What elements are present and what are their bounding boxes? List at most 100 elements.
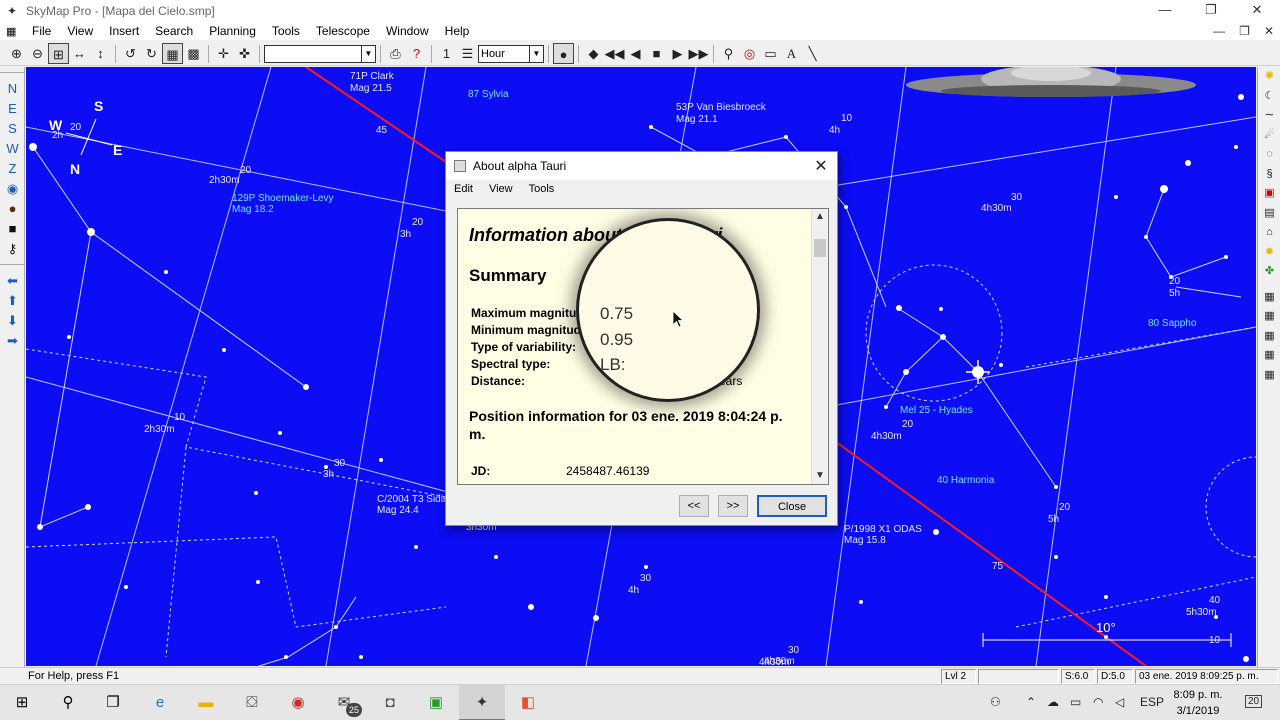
search-icon[interactable]: ⚲ (56, 691, 80, 715)
zoom-window-icon[interactable]: ⊞ (48, 43, 69, 64)
globe-icon[interactable]: ◉ (0, 179, 25, 199)
sky-object-label[interactable]: 53P Van Biesbroeck (676, 102, 766, 113)
rotate-left-icon[interactable]: ↺ (120, 43, 141, 64)
windows-start-icon[interactable]: ⊞ (10, 691, 34, 715)
document-icon[interactable]: ▦ (6, 25, 24, 38)
dialog-menu-edit[interactable]: Edit (446, 183, 481, 195)
camtasia-icon[interactable]: ▣ (424, 691, 448, 715)
store-icon[interactable]: ⛋ (240, 691, 264, 715)
chevron-down-icon[interactable]: ▼ (529, 45, 543, 62)
sky-object-label[interactable]: 71P Clark (350, 71, 394, 82)
chevron-down-icon[interactable]: ▼ (361, 45, 375, 62)
sky-object-label[interactable]: Mel 25 - Hyades (900, 405, 973, 416)
line-tool-icon[interactable]: ╲ (802, 43, 823, 64)
people-icon[interactable]: ⚇ (990, 695, 1001, 709)
arrow-down-icon[interactable]: ⬇ (0, 311, 25, 331)
task-view-icon[interactable]: ❐ (101, 691, 125, 715)
file-explorer-icon[interactable]: ▬ (194, 691, 218, 715)
pan-vertical-icon[interactable]: ↕ (90, 43, 111, 64)
sky-object-label[interactable]: C/2004 T3 Siding (377, 494, 454, 505)
menu-insert[interactable]: Insert (101, 24, 147, 38)
comet-icon[interactable]: ☄ (1258, 126, 1280, 146)
table-icon[interactable]: ▦ (1258, 366, 1280, 386)
pan-horizontal-icon[interactable]: ↔ (69, 43, 90, 64)
milky-way-icon[interactable]: ∼ (1258, 106, 1280, 126)
scroll-down-icon[interactable]: ▼ (812, 468, 828, 484)
close-button[interactable]: ✕ (1234, 0, 1280, 22)
menu-planning[interactable]: Planning (201, 24, 264, 38)
help-pointer-icon[interactable]: ? (406, 43, 427, 64)
locate-icon[interactable]: ✜ (234, 43, 255, 64)
next-button[interactable]: >> (718, 495, 748, 517)
sky-object-label[interactable]: 80 Sappho (1148, 318, 1196, 329)
label-icon[interactable]: ▤ (1258, 204, 1280, 224)
table-icon[interactable]: ▦ (1258, 288, 1280, 308)
grid-icon[interactable]: ▦ (162, 43, 183, 64)
sky-object-label[interactable]: 87 Sylvia (468, 89, 509, 100)
maximize-button[interactable]: ❐ (1188, 0, 1234, 22)
bulb-icon[interactable]: ✹ (1258, 243, 1280, 263)
chevron-up-icon[interactable]: ⌃ (1026, 695, 1036, 709)
view-north-button[interactable]: N (0, 79, 25, 99)
step-back-icon[interactable]: ◀ (625, 43, 646, 64)
black-square-icon[interactable]: ■ (0, 219, 25, 239)
moon-icon[interactable]: ☾ (1258, 87, 1280, 107)
stop-icon[interactable]: ■ (646, 43, 667, 64)
view-west-button[interactable]: W (0, 139, 25, 159)
camera-icon[interactable]: ◘ (378, 691, 402, 715)
notification-count[interactable]: 20 (1245, 695, 1263, 708)
doc-restore-button[interactable]: ❐ (1239, 22, 1250, 40)
object-combo[interactable]: ▼ (264, 44, 376, 63)
taskbar-clock[interactable]: 8:09 p. m. 3/1/2019 (1163, 687, 1233, 719)
asteroid-icon[interactable]: ◌ (1258, 145, 1280, 165)
previous-button[interactable]: << (679, 495, 709, 517)
menu-tools[interactable]: Tools (264, 24, 308, 38)
language-indicator[interactable]: ESP (1140, 695, 1164, 709)
realtime-icon[interactable]: ● (553, 43, 574, 64)
horizon-icon[interactable]: ⌂ (1258, 223, 1280, 243)
time-unit-select[interactable]: Hour ▼ (478, 44, 544, 63)
deep-sky-icon[interactable]: ▣ (1258, 184, 1280, 204)
sun-icon[interactable]: ✺ (1258, 67, 1280, 87)
pattern-icon[interactable]: ▩ (183, 43, 204, 64)
moon-dark-icon[interactable]: ● (0, 199, 25, 219)
scroll-thumb[interactable] (814, 239, 826, 257)
text-tool-icon[interactable]: A (781, 43, 802, 64)
key-icon[interactable]: ⚷ (0, 239, 25, 259)
dialog-menu-tools[interactable]: Tools (521, 183, 563, 195)
telescope-icon[interactable]: ⚲ (718, 43, 739, 64)
cloud-icon[interactable]: ☁ (1047, 695, 1059, 709)
skymap-taskbar-icon[interactable]: ✦ (470, 691, 494, 715)
doc-close-button[interactable]: ✕ (1264, 22, 1274, 40)
animate-icon[interactable]: ◆ (583, 43, 604, 64)
forward-fast-icon[interactable]: ▶▶ (688, 43, 709, 64)
scroll-up-icon[interactable]: ▲ (812, 209, 828, 225)
volume-icon[interactable]: ◁ (1115, 695, 1124, 709)
center-icon[interactable]: ✛ (213, 43, 234, 64)
close-icon[interactable]: ✕ (813, 156, 829, 176)
menu-search[interactable]: Search (147, 24, 201, 38)
zoom-out-icon[interactable]: ⊖ (27, 43, 48, 64)
zoom-in-icon[interactable]: ⊕ (6, 43, 27, 64)
app-red-circle-icon[interactable]: ◉ (286, 691, 310, 715)
galaxy-icon[interactable]: § (1258, 165, 1280, 185)
arrow-right-icon[interactable]: ➡ (0, 331, 25, 351)
step-forward-icon[interactable]: ▶ (667, 43, 688, 64)
palette-icon[interactable]: ✤ (1258, 262, 1280, 282)
view-zenith-button[interactable]: Z (0, 159, 25, 179)
object-info-panel[interactable]: Information about alpha Tauri Summary Ma… (457, 208, 829, 485)
rotate-right-icon[interactable]: ↻ (141, 43, 162, 64)
sky-object-label[interactable]: 129P Shoemaker-Levy (232, 193, 334, 204)
rectangle-icon[interactable]: ▭ (760, 43, 781, 64)
menu-window[interactable]: Window (378, 24, 437, 38)
arrow-up-icon[interactable]: ⬆ (0, 291, 25, 311)
table-icon[interactable]: ▦ (1258, 327, 1280, 347)
step-spinner-icon[interactable]: ☰ (457, 43, 478, 64)
doc-minimize-button[interactable]: — (1213, 22, 1225, 40)
network-icon[interactable]: ◠ (1093, 695, 1103, 709)
table-icon[interactable]: ▦ (1258, 307, 1280, 327)
menu-telescope[interactable]: Telescope (308, 24, 378, 38)
menu-file[interactable]: File (24, 24, 59, 38)
menu-view[interactable]: View (59, 24, 101, 38)
info-scrollbar[interactable]: ▲ ▼ (811, 209, 828, 484)
